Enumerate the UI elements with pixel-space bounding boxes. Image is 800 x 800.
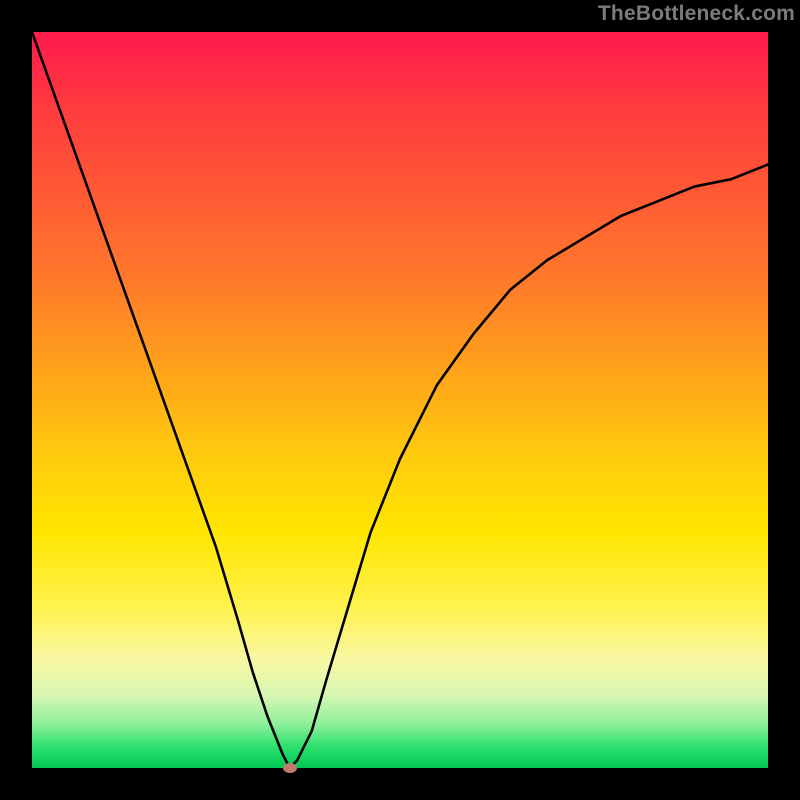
chart-frame: TheBottleneck.com bbox=[0, 0, 800, 800]
bottleneck-curve bbox=[32, 32, 768, 768]
watermark-text: TheBottleneck.com bbox=[598, 2, 795, 26]
plot-area bbox=[32, 32, 768, 768]
optimal-point-marker bbox=[283, 763, 297, 773]
